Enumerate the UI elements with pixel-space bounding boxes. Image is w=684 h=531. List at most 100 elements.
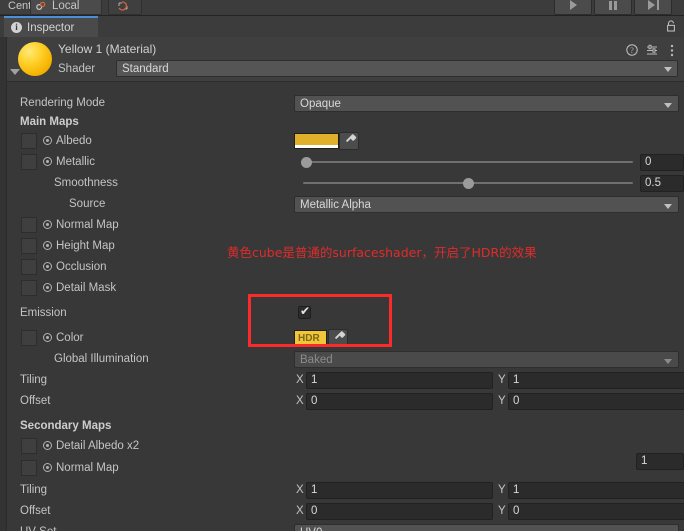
secondary-tiling-x-field[interactable]: 1: [306, 482, 493, 499]
rendering-mode-dropdown[interactable]: Opaque: [294, 95, 679, 112]
secondary-maps-header: Secondary Maps: [20, 420, 112, 432]
grid-snap-button[interactable]: [108, 0, 142, 15]
row-secondary-normal-map: Normal Map 1: [7, 453, 684, 479]
svg-text:?: ?: [630, 46, 634, 55]
row-secondary-offset: Offset X 0 Y 0: [7, 501, 684, 522]
row-secondary-maps-header: Secondary Maps: [7, 416, 684, 437]
albedo-color-swatch[interactable]: [294, 133, 339, 149]
normal-map-label: Normal Map: [56, 219, 119, 231]
row-global-illumination: Global Illumination Baked: [7, 349, 684, 370]
metallic-slider-knob[interactable]: [301, 157, 312, 168]
smoothness-label: Smoothness: [54, 177, 118, 189]
chevron-down-icon: [664, 67, 672, 72]
preset-icon[interactable]: [646, 44, 658, 56]
emission-color-texture-slot[interactable]: [21, 330, 37, 346]
secondary-offset-x-field[interactable]: 0: [306, 503, 493, 520]
main-offset-y-field[interactable]: 0: [508, 393, 684, 410]
uv-set-value: UV0: [300, 527, 322, 531]
secondary-tiling-y-field[interactable]: 1: [508, 482, 684, 499]
detail-mask-target-icon[interactable]: [43, 283, 52, 292]
height-map-target-icon[interactable]: [43, 241, 52, 250]
global-illumination-dropdown[interactable]: Baked: [294, 351, 679, 368]
occlusion-texture-slot[interactable]: [21, 259, 37, 275]
chevron-down-icon: [664, 204, 672, 209]
secondary-tiling-y-axis-label: Y: [498, 484, 506, 496]
playmode-controls: [554, 0, 672, 15]
emission-color-label: Color: [56, 332, 84, 344]
uv-set-dropdown[interactable]: UV0: [294, 524, 679, 531]
albedo-texture-slot[interactable]: [21, 133, 37, 149]
occlusion-label: Occlusion: [56, 261, 107, 273]
main-tiling-y-field[interactable]: 1: [508, 372, 684, 389]
height-map-label: Height Map: [56, 240, 115, 252]
row-rendering-mode: Rendering Mode Opaque: [7, 93, 684, 114]
albedo-target-icon[interactable]: [43, 136, 52, 145]
foldout-triangle-icon[interactable]: [10, 69, 20, 75]
metallic-target-icon[interactable]: [43, 157, 52, 166]
main-tiling-x-axis-label: X: [296, 374, 304, 386]
source-value: Metallic Alpha: [300, 199, 371, 211]
kebab-menu-icon[interactable]: [670, 44, 674, 57]
metallic-texture-slot[interactable]: [21, 154, 37, 170]
row-main-offset: Offset X 0 Y 0: [7, 391, 684, 412]
secondary-offset-x-axis-label: X: [296, 505, 304, 517]
shader-value: Standard: [122, 63, 169, 75]
pause-button[interactable]: [594, 0, 632, 15]
annotation-note-text: 黄色cube是普通的surfaceshader，开启了HDR的效果: [227, 245, 537, 260]
main-offset-x-field[interactable]: 0: [306, 393, 493, 410]
secondary-normal-scale-field[interactable]: 1: [636, 453, 684, 470]
emission-header: Emission: [20, 307, 67, 319]
main-offset-x-axis-label: X: [296, 395, 304, 407]
metallic-value-field[interactable]: 0: [640, 154, 684, 171]
emission-hdr-color-swatch[interactable]: HDR: [294, 330, 327, 346]
material-properties-body: Rendering Mode Opaque Main Maps Albedo M…: [7, 82, 684, 531]
tab-inspector[interactable]: i Inspector: [4, 16, 98, 37]
uv-set-label: UV Set: [20, 522, 56, 531]
secondary-normal-map-texture-slot[interactable]: [21, 460, 37, 476]
shader-dropdown[interactable]: Standard: [116, 60, 678, 77]
unity-main-toolbar: Center Local: [0, 0, 684, 16]
handle-space-button[interactable]: Local: [30, 0, 102, 15]
lock-icon[interactable]: [666, 20, 676, 32]
secondary-offset-y-axis-label: Y: [498, 505, 506, 517]
row-emission: Emission ✔: [7, 303, 684, 324]
inspector-tab-bar: i Inspector: [0, 16, 684, 37]
play-button[interactable]: [554, 0, 592, 15]
smoothness-slider-knob[interactable]: [463, 178, 474, 189]
window-side-rail: [0, 37, 7, 531]
shader-label: Shader: [58, 63, 96, 75]
detail-mask-texture-slot[interactable]: [21, 280, 37, 296]
row-main-tiling: Tiling X 1 Y 1: [7, 370, 684, 391]
main-tiling-x-field[interactable]: 1: [306, 372, 493, 389]
row-detail-albedo: Detail Albedo x2: [7, 436, 684, 457]
detail-albedo-texture-slot[interactable]: [21, 438, 37, 454]
main-offset-label: Offset: [20, 395, 51, 407]
hdr-badge-label: HDR: [298, 333, 320, 344]
albedo-label: Albedo: [56, 135, 92, 147]
row-detail-mask: Detail Mask: [7, 278, 684, 299]
local-space-icon: [36, 1, 46, 11]
global-illumination-label: Global Illumination: [54, 353, 149, 365]
emission-checkbox[interactable]: ✔: [298, 305, 311, 319]
smoothness-source-dropdown[interactable]: Metallic Alpha: [294, 196, 679, 213]
help-icon[interactable]: ?: [626, 44, 638, 56]
secondary-normal-map-target-icon[interactable]: [43, 463, 52, 472]
secondary-offset-y-field[interactable]: 0: [508, 503, 684, 520]
occlusion-target-icon[interactable]: [43, 262, 52, 271]
row-secondary-tiling: Tiling X 1 Y 1: [7, 480, 684, 501]
metallic-slider-track[interactable]: [303, 161, 633, 163]
albedo-eyedropper-icon[interactable]: [339, 132, 359, 150]
detail-albedo-target-icon[interactable]: [43, 441, 52, 450]
material-preview-sphere: [18, 42, 52, 76]
main-maps-header: Main Maps: [20, 116, 79, 128]
chevron-down-icon: [664, 103, 672, 108]
emission-eyedropper-icon[interactable]: [328, 329, 348, 347]
main-tiling-label: Tiling: [20, 374, 48, 386]
normal-map-texture-slot[interactable]: [21, 217, 37, 233]
height-map-texture-slot[interactable]: [21, 238, 37, 254]
step-button[interactable]: [634, 0, 672, 15]
emission-color-target-icon[interactable]: [43, 333, 52, 342]
normal-map-target-icon[interactable]: [43, 220, 52, 229]
smoothness-value-field[interactable]: 0.5: [640, 175, 684, 192]
row-metallic: Metallic 0: [7, 152, 684, 173]
